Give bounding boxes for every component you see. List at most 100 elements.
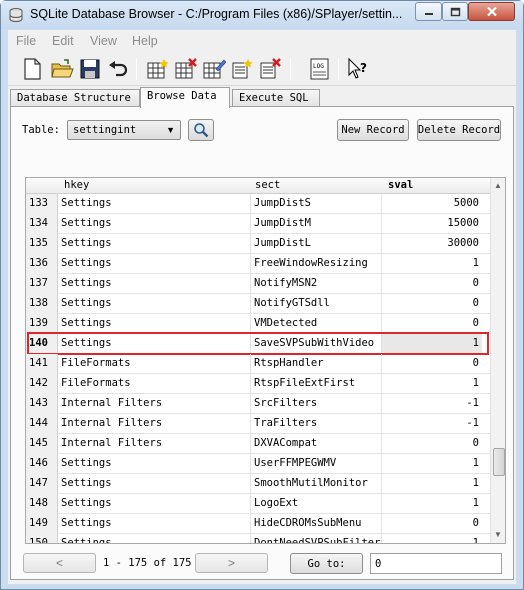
- menu-view[interactable]: View: [90, 34, 117, 48]
- menu-help[interactable]: Help: [132, 34, 158, 48]
- sect-cell[interactable]: SmoothMutilMonitor: [251, 474, 382, 494]
- sect-cell[interactable]: RtspHandler: [251, 354, 382, 374]
- hkey-cell[interactable]: Internal Filters: [58, 394, 251, 414]
- hkey-cell[interactable]: Settings: [58, 274, 251, 294]
- column-header-sect[interactable]: sect: [255, 179, 280, 191]
- table-select[interactable]: settingint ▼: [67, 120, 181, 140]
- sect-cell[interactable]: TraFilters: [251, 414, 382, 434]
- table-row[interactable]: 150 Settings DontNeedSVPSubFilter 1: [26, 534, 490, 543]
- sect-cell[interactable]: JumpDistM: [251, 214, 382, 234]
- table-row[interactable]: 133 Settings JumpDistS 5000: [26, 194, 490, 214]
- next-page-button[interactable]: >: [195, 553, 268, 573]
- sval-cell[interactable]: 1: [382, 474, 482, 494]
- row-id-cell[interactable]: 147: [26, 474, 58, 494]
- table-row[interactable]: 143 Internal Filters SrcFilters -1: [26, 394, 490, 414]
- table-row[interactable]: 141 FileFormats RtspHandler 0: [26, 354, 490, 374]
- sval-cell[interactable]: 0: [382, 274, 482, 294]
- save-icon[interactable]: [78, 57, 102, 81]
- table-row[interactable]: 140 Settings SaveSVPSubWithVideo 1: [26, 334, 490, 354]
- sect-cell[interactable]: NotifyMSN2: [251, 274, 382, 294]
- table-row[interactable]: 148 Settings LogoExt 1: [26, 494, 490, 514]
- table-row[interactable]: 135 Settings JumpDistL 30000: [26, 234, 490, 254]
- hkey-cell[interactable]: Settings: [58, 314, 251, 334]
- sect-cell[interactable]: DXVACompat: [251, 434, 382, 454]
- hkey-cell[interactable]: FileFormats: [58, 354, 251, 374]
- sect-cell[interactable]: NotifyGTSdll: [251, 294, 382, 314]
- hkey-cell[interactable]: Settings: [58, 234, 251, 254]
- row-id-cell[interactable]: 138: [26, 294, 58, 314]
- sval-cell[interactable]: 5000: [382, 194, 482, 214]
- table-row[interactable]: 136 Settings FreeWindowResizing 1: [26, 254, 490, 274]
- menu-edit[interactable]: Edit: [52, 34, 74, 48]
- minimize-button[interactable]: [415, 2, 442, 21]
- sect-cell[interactable]: VMDetected: [251, 314, 382, 334]
- sect-cell[interactable]: RtspFileExtFirst: [251, 374, 382, 394]
- hkey-cell[interactable]: Settings: [58, 454, 251, 474]
- sval-cell[interactable]: 1: [382, 454, 482, 474]
- sect-cell[interactable]: HideCDROMsSubMenu: [251, 514, 382, 534]
- row-id-cell[interactable]: 137: [26, 274, 58, 294]
- hkey-cell[interactable]: Settings: [58, 254, 251, 274]
- table-row[interactable]: 147 Settings SmoothMutilMonitor 1: [26, 474, 490, 494]
- row-id-cell[interactable]: 143: [26, 394, 58, 414]
- row-id-cell[interactable]: 142: [26, 374, 58, 394]
- sect-cell[interactable]: LogoExt: [251, 494, 382, 514]
- delete-index-icon[interactable]: [258, 57, 282, 81]
- row-id-cell[interactable]: 139: [26, 314, 58, 334]
- sval-cell[interactable]: 1: [382, 534, 482, 543]
- scroll-up-arrow-icon[interactable]: ▲: [494, 181, 502, 190]
- create-index-icon[interactable]: [230, 57, 254, 81]
- column-header-sval[interactable]: sval: [388, 179, 413, 191]
- vertical-scrollbar[interactable]: ▲ ▼: [490, 178, 505, 543]
- hkey-cell[interactable]: Settings: [58, 474, 251, 494]
- row-id-cell[interactable]: 150: [26, 534, 58, 543]
- tab-browse-data[interactable]: Browse Data: [140, 87, 230, 108]
- go-to-input[interactable]: [370, 553, 502, 574]
- hkey-cell[interactable]: Settings: [58, 534, 251, 543]
- search-button[interactable]: [188, 119, 214, 141]
- row-id-cell[interactable]: 144: [26, 414, 58, 434]
- table-row[interactable]: 142 FileFormats RtspFileExtFirst 1: [26, 374, 490, 394]
- sect-cell[interactable]: UserFFMPEGWMV: [251, 454, 382, 474]
- sect-cell[interactable]: JumpDistS: [251, 194, 382, 214]
- close-button[interactable]: [468, 2, 515, 21]
- sval-cell[interactable]: 15000: [382, 214, 482, 234]
- hkey-cell[interactable]: Settings: [58, 194, 251, 214]
- log-icon[interactable]: LOG: [308, 57, 332, 81]
- sval-cell[interactable]: 1: [382, 334, 482, 354]
- undo-icon[interactable]: [106, 57, 130, 81]
- hkey-cell[interactable]: Internal Filters: [58, 434, 251, 454]
- tab-database-structure[interactable]: Database Structure: [10, 89, 140, 107]
- sect-cell[interactable]: SrcFilters: [251, 394, 382, 414]
- delete-record-button[interactable]: Delete Record: [417, 119, 501, 141]
- table-row[interactable]: 149 Settings HideCDROMsSubMenu 0: [26, 514, 490, 534]
- sval-cell[interactable]: 1: [382, 254, 482, 274]
- sval-cell[interactable]: 0: [382, 354, 482, 374]
- row-id-cell[interactable]: 149: [26, 514, 58, 534]
- row-id-cell[interactable]: 133: [26, 194, 58, 214]
- table-row[interactable]: 138 Settings NotifyGTSdll 0: [26, 294, 490, 314]
- scroll-thumb[interactable]: [493, 448, 505, 476]
- new-record-button[interactable]: New Record: [337, 119, 409, 141]
- table-row[interactable]: 137 Settings NotifyMSN2 0: [26, 274, 490, 294]
- hkey-cell[interactable]: Settings: [58, 294, 251, 314]
- table-row[interactable]: 145 Internal Filters DXVACompat 0: [26, 434, 490, 454]
- tab-execute-sql[interactable]: Execute SQL: [232, 89, 320, 107]
- row-id-cell[interactable]: 148: [26, 494, 58, 514]
- row-id-cell[interactable]: 136: [26, 254, 58, 274]
- hkey-cell[interactable]: Settings: [58, 494, 251, 514]
- open-database-icon[interactable]: [50, 57, 74, 81]
- menu-file[interactable]: File: [16, 34, 36, 48]
- sval-cell[interactable]: 1: [382, 494, 482, 514]
- sect-cell[interactable]: JumpDistL: [251, 234, 382, 254]
- maximize-button[interactable]: [442, 2, 468, 21]
- column-header-hkey[interactable]: hkey: [64, 179, 89, 191]
- sval-cell[interactable]: 0: [382, 434, 482, 454]
- modify-table-icon[interactable]: [202, 57, 226, 81]
- sval-cell[interactable]: 30000: [382, 234, 482, 254]
- table-row[interactable]: 146 Settings UserFFMPEGWMV 1: [26, 454, 490, 474]
- scroll-down-arrow-icon[interactable]: ▼: [494, 530, 502, 539]
- sval-cell[interactable]: 1: [382, 374, 482, 394]
- row-id-cell[interactable]: 146: [26, 454, 58, 474]
- table-row[interactable]: 144 Internal Filters TraFilters -1: [26, 414, 490, 434]
